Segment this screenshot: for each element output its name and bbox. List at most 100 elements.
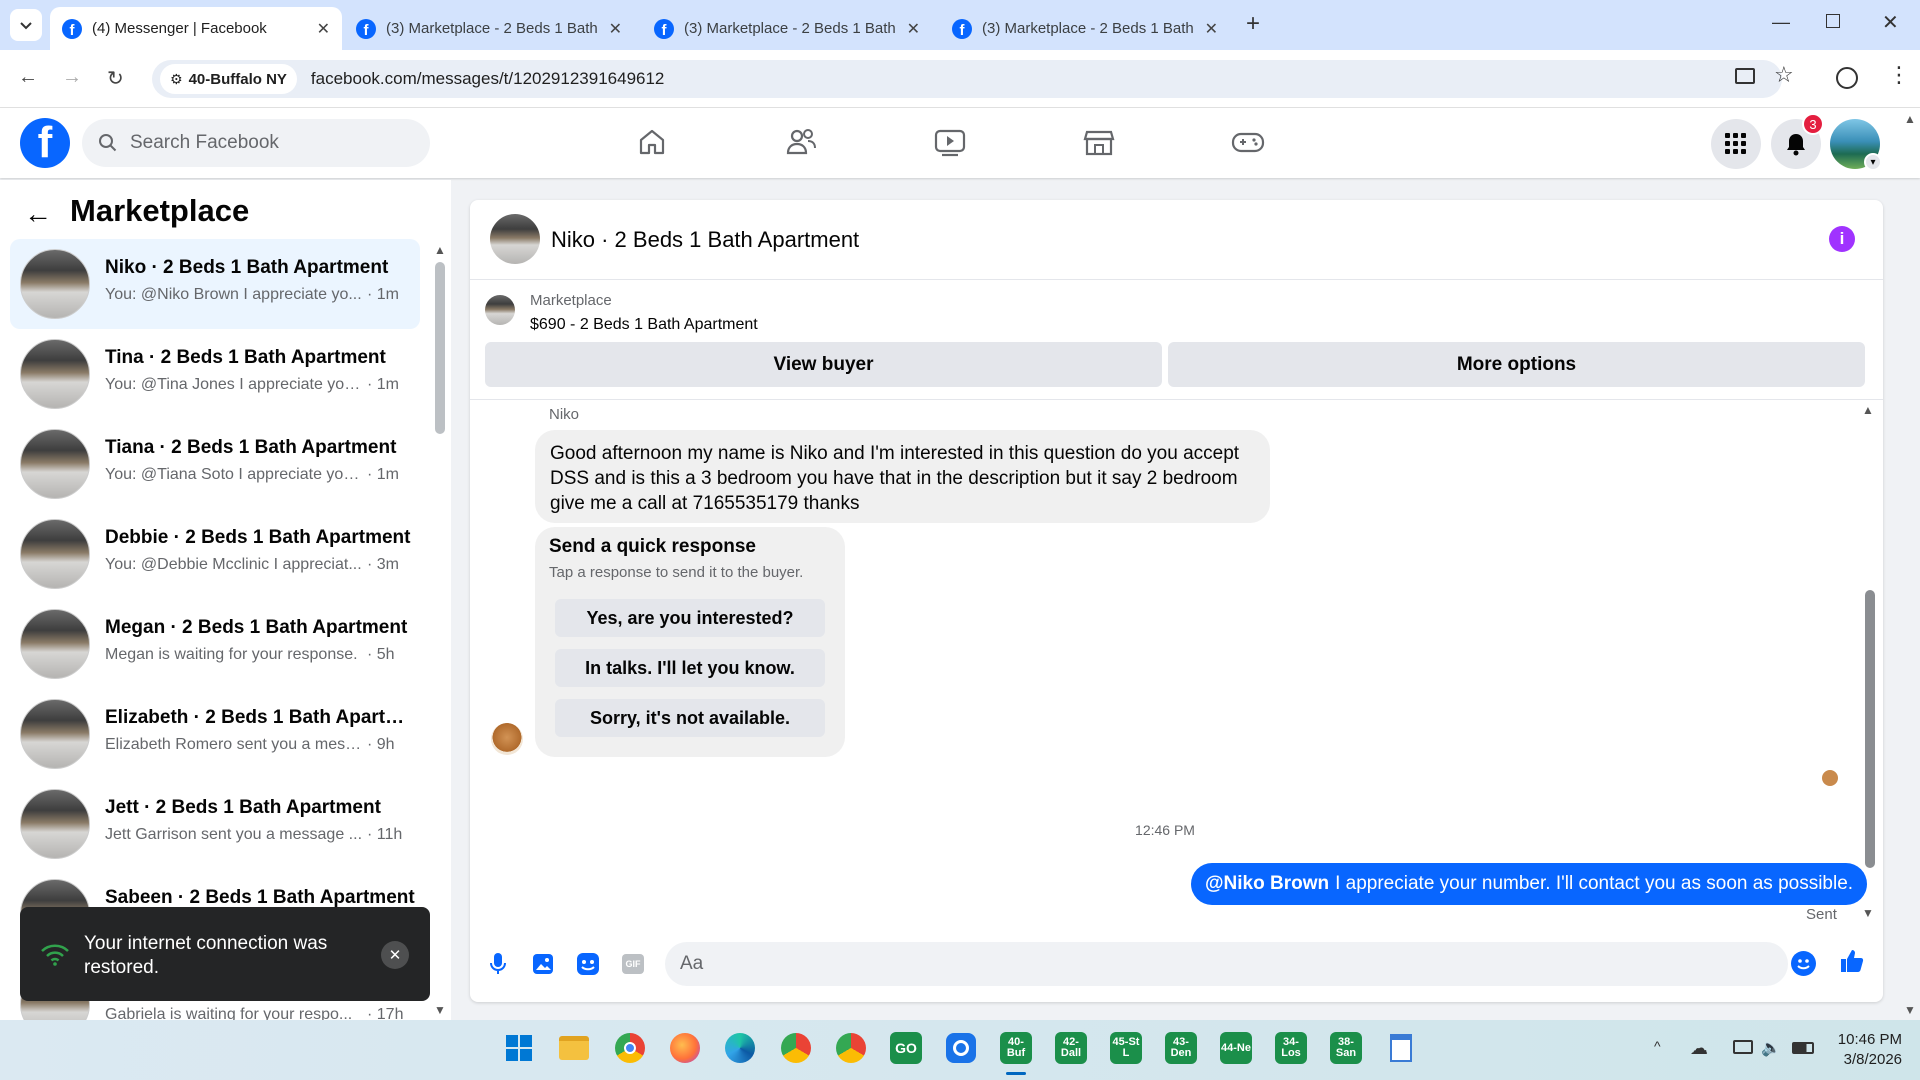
display-icon[interactable] bbox=[1733, 1040, 1753, 1054]
taskbar-app-43-den[interactable]: 43-Den bbox=[1165, 1032, 1197, 1064]
new-tab-icon[interactable]: + bbox=[1246, 10, 1260, 38]
tab-list-button[interactable] bbox=[10, 9, 42, 41]
url-text[interactable]: facebook.com/messages/t/1202912391649612 bbox=[311, 69, 664, 89]
chrome-profile-icon[interactable] bbox=[780, 1032, 812, 1064]
page-scroll-down-icon[interactable]: ▼ bbox=[1904, 1003, 1916, 1017]
taskbar-app-42-dall[interactable]: 42-Dall bbox=[1055, 1032, 1087, 1064]
listing-source: Marketplace bbox=[530, 292, 612, 309]
buyer-avatar[interactable] bbox=[491, 723, 523, 755]
chat-title[interactable]: Niko · 2 Beds 1 Bath Apartment bbox=[551, 227, 859, 253]
show-hidden-icons[interactable]: ^ bbox=[1654, 1038, 1661, 1054]
profile-icon[interactable] bbox=[1836, 67, 1858, 89]
conversation-name: Niko · 2 Beds 1 Bath Apartment bbox=[105, 257, 389, 278]
conversation-item[interactable]: Debbie · 2 Beds 1 Bath Apartment You: @D… bbox=[10, 509, 420, 599]
close-window-icon[interactable]: ✕ bbox=[1882, 10, 1899, 35]
browser-tab-marketplace-1[interactable]: f (3) Marketplace - 2 Beds 1 Bath ✕ bbox=[344, 7, 634, 50]
conversation-name: Sabeen · 2 Beds 1 Bath Apartment bbox=[105, 887, 415, 908]
omnibox[interactable]: ⚙ 40-Buffalo NY facebook.com/messages/t/… bbox=[152, 60, 1782, 98]
file-explorer-icon[interactable] bbox=[558, 1032, 590, 1064]
conversation-time: · 11h bbox=[367, 826, 403, 843]
minimize-icon[interactable]: — bbox=[1772, 12, 1790, 33]
battery-icon[interactable] bbox=[1792, 1042, 1814, 1054]
taskbar-app-34-los[interactable]: 34-Los bbox=[1275, 1032, 1307, 1064]
list-scroll-down-icon[interactable]: ▼ bbox=[434, 1003, 446, 1017]
app-icon[interactable]: GO bbox=[890, 1032, 922, 1064]
list-scrollbar[interactable] bbox=[435, 262, 445, 434]
microphone-icon[interactable] bbox=[485, 951, 511, 977]
back-arrow-icon[interactable]: ← bbox=[24, 198, 52, 230]
chat-scroll-up-icon[interactable]: ▲ bbox=[1862, 403, 1874, 417]
taskbar-app-44-ne[interactable]: 44-Ne bbox=[1220, 1032, 1252, 1064]
bookmark-star-icon[interactable]: ☆ bbox=[1774, 62, 1794, 88]
chat-listing-avatar[interactable] bbox=[490, 214, 540, 264]
close-tab-icon[interactable]: ✕ bbox=[317, 19, 330, 39]
site-info-chip[interactable]: ⚙ 40-Buffalo NY bbox=[160, 64, 297, 94]
conversation-item[interactable]: Megan · 2 Beds 1 Bath Apartment Megan is… bbox=[10, 599, 420, 689]
chrome-icon[interactable] bbox=[614, 1032, 646, 1064]
search-input[interactable]: Search Facebook bbox=[82, 119, 430, 167]
account-chevron-icon[interactable]: ▾ bbox=[1864, 153, 1882, 171]
taskbar-app-40-buf[interactable]: 40-Buf bbox=[1000, 1032, 1032, 1064]
marketplace-icon[interactable] bbox=[1081, 126, 1117, 158]
conversation-item[interactable]: Tiana · 2 Beds 1 Bath Apartment You: @Ti… bbox=[10, 419, 420, 509]
video-icon[interactable] bbox=[932, 126, 968, 158]
edge-icon[interactable] bbox=[724, 1032, 756, 1064]
firefox-icon[interactable] bbox=[669, 1032, 701, 1064]
close-tab-icon[interactable]: ✕ bbox=[907, 19, 920, 39]
photo-icon[interactable] bbox=[530, 951, 556, 977]
conversation-item[interactable]: Tina · 2 Beds 1 Bath Apartment You: @Tin… bbox=[10, 329, 420, 419]
reload-icon[interactable]: ↻ bbox=[107, 66, 124, 91]
taskbar-app-38-san[interactable]: 38-San bbox=[1330, 1032, 1362, 1064]
windows-start-icon[interactable] bbox=[503, 1032, 535, 1064]
chat-scrollbar[interactable] bbox=[1865, 590, 1875, 868]
friends-icon[interactable] bbox=[783, 126, 819, 158]
restore-icon[interactable] bbox=[1826, 14, 1840, 28]
quick-response-option[interactable]: In talks. I'll let you know. bbox=[555, 649, 825, 687]
emoji-icon[interactable] bbox=[1791, 951, 1816, 976]
app-icon[interactable] bbox=[945, 1032, 977, 1064]
browser-tab-marketplace-2[interactable]: f (3) Marketplace - 2 Beds 1 Bath ✕ bbox=[642, 7, 932, 50]
close-tab-icon[interactable]: ✕ bbox=[1205, 19, 1218, 39]
message-input[interactable]: Aa bbox=[665, 942, 1788, 986]
listing-thumbnail bbox=[20, 789, 90, 859]
gif-icon[interactable]: GIF bbox=[620, 951, 646, 977]
conversation-time: · 1m bbox=[367, 466, 399, 483]
sticker-icon[interactable] bbox=[575, 951, 601, 977]
browser-tab-messenger[interactable]: f (4) Messenger | Facebook ✕ bbox=[50, 7, 342, 50]
conversation-item[interactable]: Elizabeth · 2 Beds 1 Bath Apartm... Eliz… bbox=[10, 689, 420, 779]
toast-close-icon[interactable]: ✕ bbox=[381, 941, 409, 969]
onedrive-off-icon[interactable]: ☁ bbox=[1690, 1038, 1708, 1059]
browser-tab-marketplace-3[interactable]: f (3) Marketplace - 2 Beds 1 Bath ✕ bbox=[940, 7, 1230, 50]
list-scroll-up-icon[interactable]: ▲ bbox=[434, 243, 446, 257]
system-clock[interactable]: 10:46 PM 3/8/2026 bbox=[1830, 1030, 1902, 1070]
chrome-profile-icon[interactable] bbox=[835, 1032, 867, 1064]
conversation-item[interactable]: Niko · 2 Beds 1 Bath Apartment You: @Nik… bbox=[10, 239, 420, 329]
tune-icon: ⚙ bbox=[170, 70, 183, 87]
install-app-icon[interactable] bbox=[1735, 68, 1755, 84]
mention[interactable]: @Niko Brown bbox=[1205, 873, 1329, 895]
quick-response-option[interactable]: Yes, are you interested? bbox=[555, 599, 825, 637]
page-scroll-up-icon[interactable]: ▲ bbox=[1904, 112, 1916, 126]
conversation-name: Megan · 2 Beds 1 Bath Apartment bbox=[105, 617, 408, 638]
home-icon[interactable] bbox=[634, 126, 670, 158]
view-buyer-button[interactable]: View buyer bbox=[485, 342, 1162, 387]
info-icon[interactable]: i bbox=[1829, 226, 1855, 252]
quick-response-option[interactable]: Sorry, it's not available. bbox=[555, 699, 825, 737]
close-tab-icon[interactable]: ✕ bbox=[609, 19, 622, 39]
taskbar-app-45-st-l[interactable]: 45-St L bbox=[1110, 1032, 1142, 1064]
gaming-icon[interactable] bbox=[1230, 126, 1266, 158]
volume-icon[interactable]: 🔈 bbox=[1761, 1038, 1781, 1058]
clock-date: 3/8/2026 bbox=[1843, 1051, 1902, 1068]
more-options-button[interactable]: More options bbox=[1168, 342, 1865, 387]
grid-icon bbox=[1725, 133, 1746, 154]
facebook-logo-icon[interactable]: f bbox=[20, 118, 70, 168]
listing-price-title[interactable]: $690 - 2 Beds 1 Bath Apartment bbox=[530, 316, 758, 334]
forward-icon[interactable]: → bbox=[62, 66, 82, 89]
thumbs-up-icon[interactable] bbox=[1839, 948, 1865, 974]
menu-grid-button[interactable] bbox=[1711, 119, 1761, 169]
conversation-item[interactable]: Jett · 2 Beds 1 Bath Apartment Jett Garr… bbox=[10, 779, 420, 869]
browser-menu-icon[interactable]: ⋮ bbox=[1888, 62, 1910, 88]
back-icon[interactable]: ← bbox=[18, 66, 38, 89]
notepad-icon[interactable] bbox=[1385, 1032, 1417, 1064]
chat-scroll-down-icon[interactable]: ▼ bbox=[1862, 906, 1874, 920]
